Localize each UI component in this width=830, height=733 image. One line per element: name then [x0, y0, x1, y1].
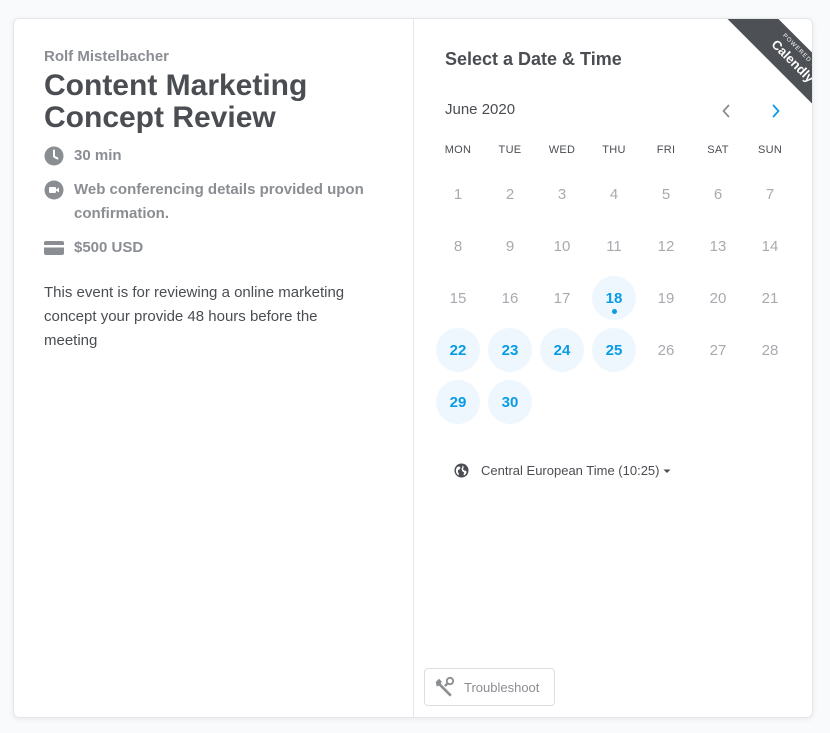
host-name: Rolf Mistelbacher: [44, 48, 170, 65]
troubleshoot-label: Troubleshoot: [464, 679, 540, 695]
calendar-day-unavailable: 3: [557, 185, 567, 203]
calendar-day-unavailable: 4: [609, 185, 619, 203]
calendar-day-unavailable: 8: [453, 237, 463, 255]
duration-row: 30 min: [44, 144, 122, 168]
event-details-panel: Rolf Mistelbacher Content Marketing Conc…: [14, 19, 414, 717]
booking-card: Rolf Mistelbacher Content Marketing Conc…: [13, 18, 813, 718]
weekday-label: FRI: [656, 144, 676, 156]
weekday-header: MON TUE WED THU FRI SAT SUN: [432, 144, 794, 156]
current-month: June 2020: [445, 101, 516, 118]
calendar-day-available[interactable]: 22: [436, 328, 480, 372]
calendar-day-unavailable: 15: [449, 289, 467, 307]
calendar-day-unavailable: 2: [505, 185, 515, 203]
calendar-day-unavailable: 16: [501, 289, 519, 307]
price-text: $500 USD: [74, 239, 144, 256]
calendar-day-unavailable: 19: [657, 289, 675, 307]
calendar-days-grid: 1 2 3 4 5 6 7 8 9 10 11 12 13 14 15 16 17 18 19 20 21 22 23 24 2…: [432, 168, 794, 428]
timezone-text: Central European Time (10:25): [481, 463, 660, 478]
calendar-day-available[interactable]: 25: [592, 328, 636, 372]
clock-icon: [44, 146, 64, 166]
timezone-selector[interactable]: Central European Time (10:25): [454, 463, 671, 478]
location-row: Web conferencing details provided upon c…: [44, 178, 384, 226]
calendar-day-unavailable: 21: [761, 289, 779, 307]
calendar-day-unavailable: 17: [553, 289, 571, 307]
event-title: Content Marketing Concept Review: [44, 69, 308, 134]
calendar-day-available[interactable]: 29: [436, 380, 480, 424]
calendar-day-unavailable: 1: [453, 185, 463, 203]
weekday-label: SUN: [757, 144, 783, 156]
calendar: MON TUE WED THU FRI SAT SUN 1 2 3 4 5 6 7 8 9 10 11 12 13 1…: [432, 144, 794, 428]
weekday-label: TUE: [498, 144, 522, 156]
wrench-icon: [435, 676, 455, 697]
calendar-day-unavailable: 20: [709, 289, 727, 307]
ribbon-brand-text: Calendly: [768, 36, 813, 86]
event-description: This event is for reviewing a online mar…: [44, 284, 345, 349]
weekday-label: THU: [602, 144, 626, 156]
troubleshoot-button[interactable]: Troubleshoot: [424, 668, 555, 706]
calendar-day-unavailable: 12: [657, 237, 675, 255]
calendar-day-unavailable: 7: [765, 185, 775, 203]
location-text: Web conferencing details provided upon c…: [74, 181, 364, 222]
calendar-day-unavailable: 5: [661, 185, 671, 203]
ribbon-band: POWERED BY Calendly: [717, 19, 813, 134]
weekday-label: WED: [548, 144, 576, 156]
scheduler-heading: Select a Date & Time: [445, 49, 622, 69]
duration-text: 30 min: [74, 147, 122, 164]
globe-icon: [454, 463, 469, 478]
credit-card-icon: [44, 241, 64, 255]
calendar-day-unavailable: 10: [553, 237, 571, 255]
price-row: $500 USD: [44, 236, 143, 260]
calendar-day-available[interactable]: 18: [592, 276, 636, 320]
calendar-day-unavailable: 9: [505, 237, 515, 255]
calendar-day-unavailable: 26: [657, 341, 675, 359]
calendar-day-available[interactable]: 23: [488, 328, 532, 372]
calendar-day-available[interactable]: 30: [488, 380, 532, 424]
calendar-day-unavailable: 28: [761, 341, 779, 359]
caret-down-icon: [663, 469, 671, 473]
calendar-day-available[interactable]: 24: [540, 328, 584, 372]
calendar-day-unavailable: 13: [709, 237, 727, 255]
calendar-day-unavailable: 27: [709, 341, 727, 359]
calendar-day-unavailable: 6: [713, 185, 723, 203]
calendar-day-unavailable: 14: [761, 237, 779, 255]
calendar-day-unavailable: 11: [606, 237, 622, 255]
weekday-label: SAT: [707, 144, 729, 156]
video-camera-icon: [44, 180, 64, 200]
powered-by-calendly-badge[interactable]: POWERED BY Calendly: [712, 19, 813, 134]
weekday-label: MON: [444, 144, 472, 156]
